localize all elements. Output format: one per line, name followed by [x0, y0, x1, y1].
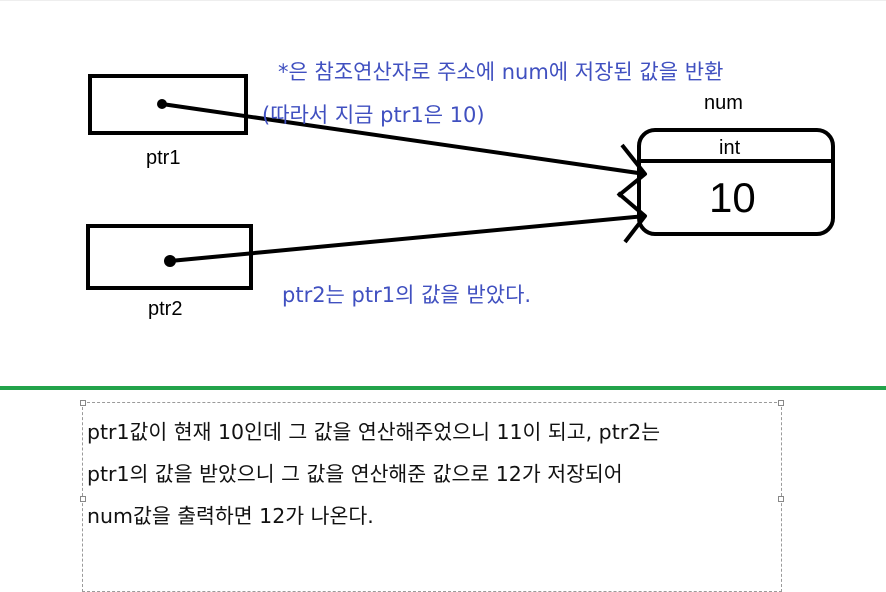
explanation-text[interactable]: ptr1값이 현재 10인데 그 값을 연산해주었으니 11이 되고, ptr2…: [87, 411, 781, 537]
resize-handle-top-left[interactable]: [80, 400, 86, 406]
deref-annotation-line2: (따라서 지금 ptr1은 10): [262, 103, 485, 127]
explanation-line: ptr1값이 현재 10인데 그 값을 연산해주었으니 11이 되고, ptr2…: [87, 420, 661, 444]
num-variable-label: num: [704, 92, 743, 114]
ptr2-label: ptr2: [148, 298, 183, 320]
section-divider: [0, 386, 886, 390]
explanation-line: num값을 출력하면 12가 나온다.: [87, 504, 374, 528]
ptr1-label: ptr1: [146, 147, 181, 169]
num-type-label: int: [719, 137, 741, 159]
explanation-line: ptr1의 값을 받았으니 그 값을 연산해준 값으로 12가 저장되어: [87, 462, 623, 486]
explanation-textbox[interactable]: ptr1값이 현재 10인데 그 값을 연산해주었으니 11이 되고, ptr2…: [80, 400, 784, 592]
ptr2-annotation: ptr2는 ptr1의 값을 받았다.: [282, 283, 532, 307]
num-value-label: 10: [709, 174, 756, 221]
deref-annotation-line1: *은 참조연산자로 주소에 num에 저장된 값을 반환: [278, 60, 724, 84]
resize-handle-left-middle[interactable]: [80, 496, 86, 502]
resize-handle-top-right[interactable]: [778, 400, 784, 406]
